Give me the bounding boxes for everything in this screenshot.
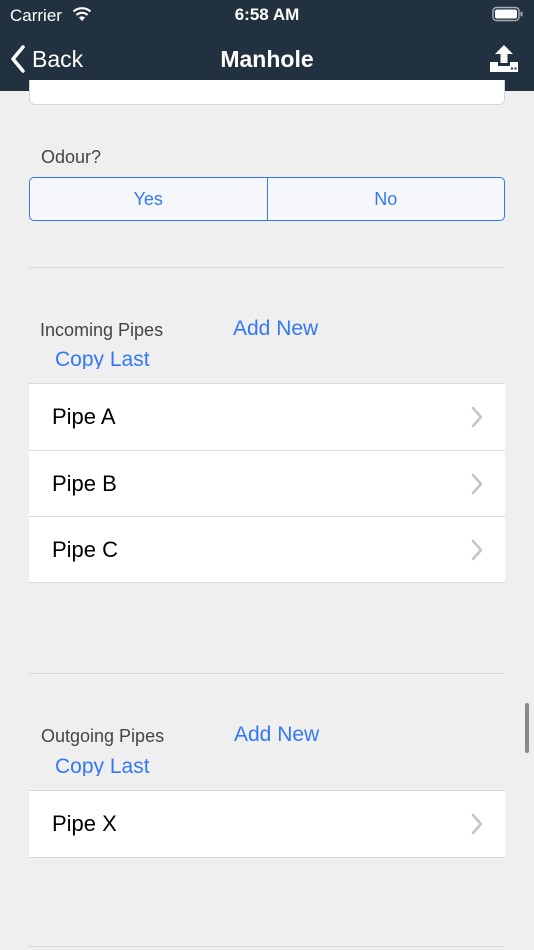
pipe-name: Pipe C [52, 536, 119, 562]
list-item[interactable]: Pipe X [29, 791, 505, 857]
odour-yes-button[interactable]: Yes [30, 178, 267, 220]
odour-no-button[interactable]: No [266, 178, 505, 220]
odour-segmented-control[interactable]: Yes No [29, 177, 505, 221]
odour-label: Odour? [41, 147, 102, 167]
incoming-pipes-list: Pipe A Pipe B Pipe C [29, 383, 505, 583]
navigation-bar: Carrier 6:58 AM Back Manhole [0, 0, 534, 91]
incoming-pipes-label: Incoming Pipes [40, 320, 164, 340]
status-bar: Carrier 6:58 AM [0, 0, 534, 30]
list-item[interactable]: Pipe C [29, 516, 505, 582]
incoming-add-new-button[interactable]: Add New [233, 317, 318, 341]
previous-field-card [29, 80, 505, 105]
clock: 6:58 AM [234, 5, 300, 24]
page-title: Manhole [220, 46, 314, 72]
pipe-name: Pipe B [52, 470, 117, 496]
list-item[interactable]: Pipe A [29, 384, 505, 450]
scroll-indicator[interactable] [525, 703, 529, 753]
chevron-right-icon [471, 813, 483, 835]
outgoing-pipes-list: Pipe X [29, 790, 505, 858]
chevron-right-icon [471, 406, 483, 428]
upload-icon[interactable] [488, 42, 520, 74]
list-item[interactable]: Pipe B [29, 450, 505, 516]
section-divider [29, 946, 505, 947]
outgoing-copy-last-button[interactable]: Copy Last [55, 754, 150, 776]
pipe-name: Pipe A [52, 404, 116, 429]
pipe-name: Pipe X [52, 811, 117, 836]
outgoing-pipes-label: Outgoing Pipes [41, 726, 165, 746]
chevron-right-icon [471, 473, 483, 495]
outgoing-add-new-button[interactable]: Add New [234, 723, 319, 747]
incoming-copy-last-button[interactable]: Copy Last [55, 347, 150, 369]
battery-icon [492, 6, 523, 22]
section-divider [29, 267, 505, 268]
chevron-right-icon [471, 539, 483, 561]
section-divider [29, 673, 505, 674]
